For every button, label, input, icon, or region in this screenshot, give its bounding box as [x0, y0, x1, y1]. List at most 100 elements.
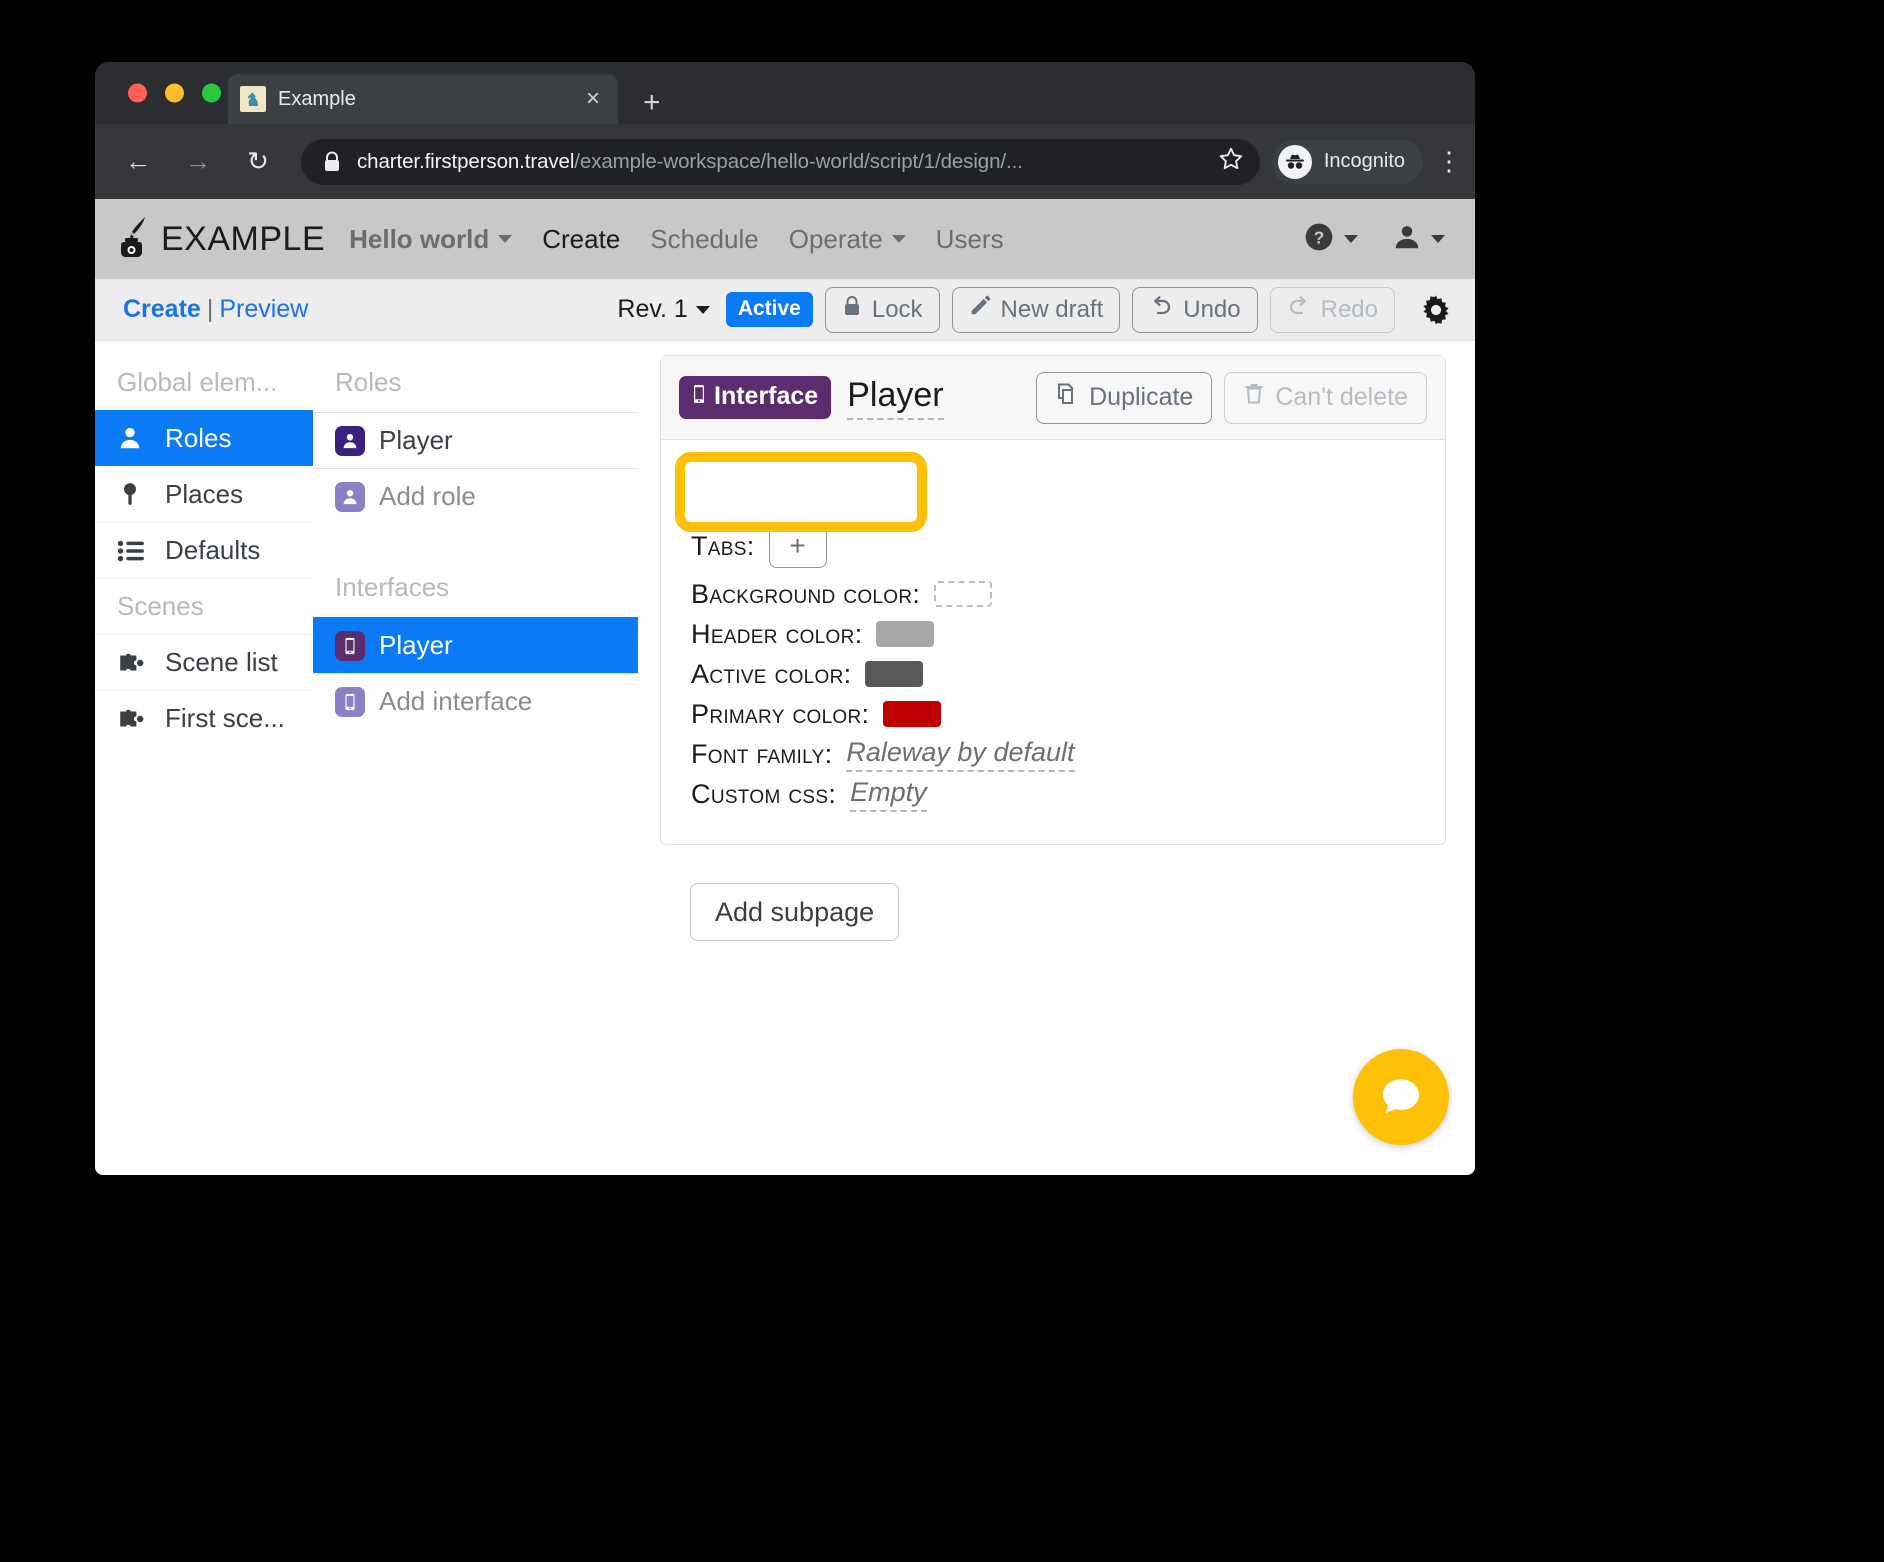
- property-value-header-color: [876, 621, 935, 647]
- custom-css-input[interactable]: Empty: [850, 777, 927, 812]
- help-menu[interactable]: ?: [1303, 221, 1358, 258]
- nav-item-operate-label: Operate: [788, 223, 883, 254]
- browser-menu-icon[interactable]: ⋮: [1429, 148, 1469, 174]
- editor-body: Global elem... Roles Places Defaults Sce…: [95, 341, 1475, 1175]
- chat-bubble-icon[interactable]: [1353, 1049, 1449, 1145]
- nav-item-create[interactable]: Create: [542, 224, 620, 255]
- person-icon: [335, 425, 365, 456]
- primary-color-swatch[interactable]: [883, 701, 942, 727]
- undo-icon: [1149, 294, 1173, 325]
- undo-button-label: Undo: [1183, 295, 1241, 323]
- workspace-selector[interactable]: Hello world: [349, 223, 513, 255]
- reload-button[interactable]: ↻: [235, 139, 281, 185]
- lock-button[interactable]: Lock: [824, 286, 940, 333]
- property-label-tabs: Tabs:: [691, 530, 755, 561]
- minimize-window-button[interactable]: [165, 83, 184, 103]
- list-item-add-interface[interactable]: Add interface: [313, 673, 638, 729]
- nav-item-schedule[interactable]: Schedule: [650, 224, 758, 255]
- breadcrumb-preview[interactable]: Preview: [219, 295, 308, 323]
- editor-toolbar: Create | Preview Rev. 1 Active Lock New …: [95, 279, 1475, 341]
- sidebar-item-defaults[interactable]: Defaults: [95, 522, 313, 578]
- entity-header: Interface Player Duplicate Can't delete: [661, 356, 1445, 440]
- property-row-custom-css: Custom css: Empty: [691, 774, 1445, 814]
- delete-button: Can't delete: [1224, 371, 1427, 424]
- url-text: charter.firstperson.travel/example-works…: [357, 150, 1208, 174]
- property-row-primary-color: Primary color:: [691, 694, 1445, 734]
- property-row-tabs: Tabs: +: [691, 518, 1445, 574]
- nav-item-operate[interactable]: Operate: [789, 224, 906, 255]
- chevron-down-icon: [891, 235, 906, 243]
- new-draft-button[interactable]: New draft: [951, 286, 1121, 333]
- property-row-active-color: Active color:: [691, 654, 1445, 694]
- property-value-background-color: [934, 581, 993, 607]
- browser-tab[interactable]: Example ×: [228, 74, 618, 124]
- entryway-checkbox[interactable]: [825, 477, 856, 507]
- list-item-role-player-label: Player: [379, 425, 453, 455]
- duplicate-button[interactable]: Duplicate: [1036, 371, 1213, 424]
- brand-logo[interactable]: EXAMPLE: [113, 214, 325, 265]
- workspace-label: Hello world: [349, 223, 490, 254]
- list-item-interface-player-label: Player: [379, 630, 453, 660]
- chevron-down-icon: [1344, 235, 1358, 243]
- nav-item-users[interactable]: Users: [936, 224, 1004, 255]
- sidebar-header-scenes: Scenes: [95, 578, 313, 634]
- entity-detail-panel: Interface Player Duplicate Can't delete …: [638, 341, 1475, 1175]
- entity-actions: Duplicate Can't delete: [1036, 371, 1427, 424]
- app-navbar: EXAMPLE Hello world Create Schedule Oper…: [95, 199, 1475, 279]
- nav-item-create-label: Create: [542, 223, 621, 254]
- toolbar-actions: Rev. 1 Active Lock New draft Undo Redo: [617, 286, 1453, 333]
- back-button[interactable]: ←: [115, 139, 161, 185]
- breadcrumb-create[interactable]: Create: [123, 295, 201, 323]
- property-row-entryway: Entryway:: [691, 466, 1445, 518]
- list-item-role-player[interactable]: Player: [313, 412, 638, 468]
- background-color-swatch[interactable]: [934, 581, 993, 607]
- window-traffic-lights: [128, 83, 221, 103]
- sidebar-item-scene-list[interactable]: Scene list: [95, 634, 313, 690]
- sidebar-item-places[interactable]: Places: [95, 466, 313, 522]
- lock-icon: [323, 151, 341, 173]
- list-item-interface-player[interactable]: Player: [313, 617, 638, 673]
- list-header-roles: Roles: [335, 367, 402, 397]
- chevron-down-icon: [498, 235, 513, 243]
- incognito-profile-chip[interactable]: Incognito: [1271, 139, 1423, 184]
- mobile-phone-icon: [335, 686, 365, 717]
- entity-title[interactable]: Player: [847, 376, 944, 420]
- person-icon: [335, 481, 365, 512]
- list-item-add-role[interactable]: Add role: [313, 468, 638, 524]
- sidebar-item-first-scene[interactable]: First sce...: [95, 690, 313, 746]
- browser-window: Example × + ← → ↻ charter.firstperson.tr…: [95, 62, 1475, 1175]
- account-menu[interactable]: [1392, 222, 1445, 257]
- browser-tab-title: Example: [278, 87, 356, 110]
- redo-button[interactable]: Redo: [1269, 286, 1395, 333]
- undo-button[interactable]: Undo: [1132, 286, 1258, 333]
- person-icon: [117, 425, 147, 451]
- font-family-input[interactable]: Raleway by default: [846, 737, 1075, 772]
- header-color-swatch[interactable]: [876, 621, 935, 647]
- gear-icon[interactable]: [1419, 293, 1453, 327]
- entity-type-chip-label: Interface: [714, 382, 819, 410]
- sidebar-item-first-scene-label: First sce...: [165, 703, 285, 733]
- close-window-button[interactable]: [128, 83, 147, 103]
- add-subpage-wrapper: Add subpage: [660, 845, 1447, 941]
- star-icon[interactable]: [1218, 146, 1244, 177]
- sidebar-header-global: Global elem...: [117, 367, 278, 397]
- sidebar-item-roles[interactable]: Roles: [95, 410, 313, 466]
- active-color-swatch[interactable]: [865, 661, 924, 687]
- revision-selector[interactable]: Rev. 1: [617, 295, 710, 324]
- property-label-header-color: Header color:: [691, 618, 863, 649]
- property-value-font-family: Raleway by default: [846, 737, 1075, 772]
- redo-icon: [1287, 294, 1311, 325]
- close-tab-icon[interactable]: ×: [580, 87, 606, 111]
- add-tab-button[interactable]: +: [768, 524, 827, 568]
- property-value-custom-css: Empty: [850, 777, 927, 812]
- maximize-window-button[interactable]: [202, 83, 221, 103]
- property-row-font-family: Font family: Raleway by default: [691, 734, 1445, 774]
- new-tab-button[interactable]: +: [643, 88, 661, 118]
- add-subpage-button[interactable]: Add subpage: [690, 883, 900, 941]
- forward-button[interactable]: →: [175, 139, 221, 185]
- sidebar-item-places-label: Places: [165, 478, 244, 509]
- redo-button-label: Redo: [1320, 295, 1378, 323]
- application-viewport: EXAMPLE Hello world Create Schedule Oper…: [95, 199, 1475, 1175]
- address-bar[interactable]: charter.firstperson.travel/example-works…: [301, 138, 1260, 185]
